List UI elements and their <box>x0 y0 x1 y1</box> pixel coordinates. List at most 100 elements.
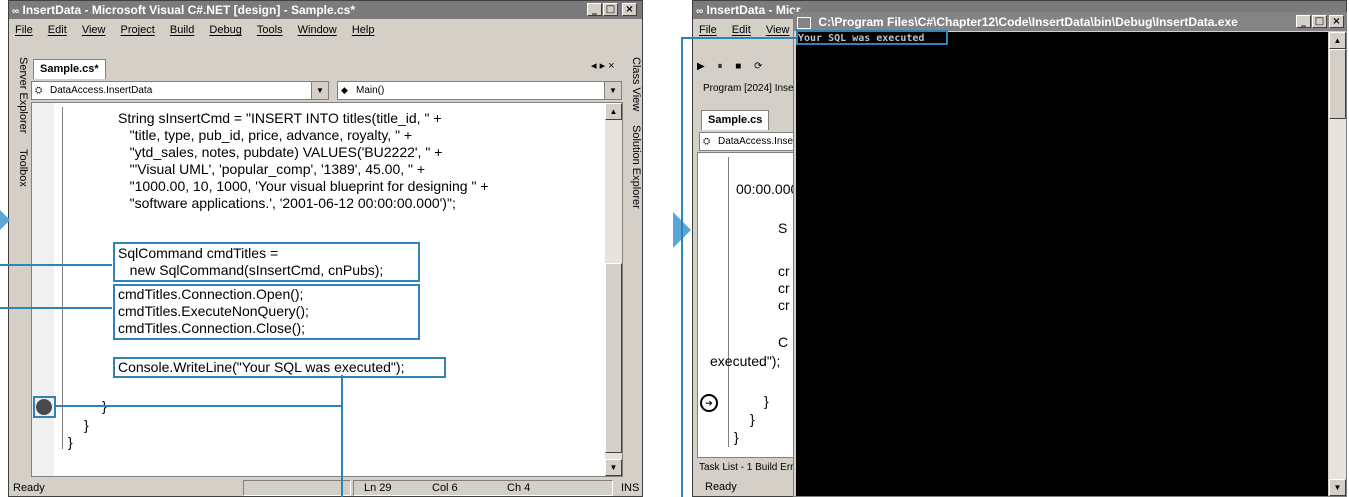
chevron-down-icon: ▼ <box>311 82 328 99</box>
code-line: cr <box>778 297 790 313</box>
window-title: InsertData - Micr <box>706 3 801 17</box>
method-icon: ◆ <box>341 85 348 95</box>
code-line: "software applications.', '2001-06-12 00… <box>118 195 456 211</box>
status-line: Ln 29 <box>364 482 392 494</box>
code-line: } <box>750 411 755 427</box>
maximize-button[interactable]: □ <box>603 3 618 16</box>
callout-leader <box>681 37 683 497</box>
title-bar: ∞ InsertData - Microsoft Visual C#.NET [… <box>9 1 642 19</box>
menu-file[interactable]: File <box>15 24 33 36</box>
highlight-console-output <box>796 30 948 45</box>
close-button[interactable]: × <box>1329 15 1344 28</box>
scroll-thumb[interactable] <box>1329 49 1346 119</box>
highlight-writeline <box>113 357 446 378</box>
console-title-bar: C:\Program Files\C#\Chapter12\Code\Inser… <box>794 13 1346 31</box>
code-line: S <box>778 220 788 236</box>
code-editor[interactable]: String sInsertCmd = "INSERT INTO titles(… <box>31 102 623 477</box>
code-line: cr <box>778 263 790 279</box>
outline-line <box>62 107 63 449</box>
class-icon: ⛭ <box>35 85 43 95</box>
status-ready: Ready <box>705 481 737 493</box>
side-tab-class-view[interactable]: Class View <box>624 57 642 117</box>
scroll-thumb[interactable] <box>605 263 622 453</box>
code-line: } <box>68 434 73 450</box>
current-statement-icon: ➔ <box>700 394 718 412</box>
code-line: } <box>84 417 89 433</box>
code-line: "'Visual UML', 'popular_comp', '1389', 4… <box>118 161 426 177</box>
console-title: C:\Program Files\C#\Chapter12\Code\Inser… <box>818 15 1238 29</box>
continue-icon[interactable]: ▶ <box>697 61 705 72</box>
status-ins: INS <box>621 482 640 494</box>
callout-leader <box>341 375 343 497</box>
scroll-down-button[interactable]: ▼ <box>605 459 622 476</box>
code-line: String sInsertCmd = "INSERT INTO titles(… <box>118 110 442 126</box>
scroll-up-button[interactable]: ▲ <box>1329 32 1346 49</box>
code-line: executed"); <box>710 353 781 369</box>
callout-leader <box>0 264 112 266</box>
tab-nav-controls[interactable]: ◂ ▸ × <box>591 59 615 72</box>
menu-file[interactable]: File <box>699 24 717 36</box>
code-line: "title, type, pub_id, price, advance, ro… <box>118 127 413 143</box>
side-tab-server-explorer[interactable]: Server Explorer <box>11 57 29 141</box>
side-tab-toolbox[interactable]: Toolbox <box>11 149 29 199</box>
restart-icon[interactable]: ⟳ <box>754 61 762 72</box>
class-dropdown[interactable]: ⛭ DataAccess.InsertData ▼ <box>31 81 329 100</box>
class-icon: ⛭ <box>703 136 711 146</box>
menu-view[interactable]: View <box>82 24 106 36</box>
side-tab-solution-explorer[interactable]: Solution Explorer <box>624 125 642 225</box>
menu-window[interactable]: Window <box>298 24 337 36</box>
chevron-down-icon: ▼ <box>604 82 621 99</box>
highlight-execute <box>113 284 420 340</box>
scroll-down-button[interactable]: ▼ <box>1329 479 1346 496</box>
pause-icon[interactable]: ⏸ <box>717 61 722 72</box>
menu-help[interactable]: Help <box>352 24 375 36</box>
status-ch: Ch 4 <box>507 482 531 494</box>
callout-leader <box>681 37 797 39</box>
console-scrollbar[interactable]: ▲ ▼ <box>1329 32 1346 496</box>
menu-edit[interactable]: Edit <box>732 24 751 36</box>
menu-view[interactable]: View <box>766 24 790 36</box>
code-line: } <box>764 393 769 409</box>
ide-window-design: ∞ InsertData - Microsoft Visual C#.NET [… <box>8 0 643 497</box>
minimize-button[interactable]: _ <box>1296 15 1311 28</box>
close-button[interactable]: × <box>622 3 637 16</box>
code-line: "ytd_sales, notes, pubdate) VALUES('BU22… <box>118 144 443 160</box>
callout-leader <box>0 307 112 309</box>
status-col: Col 6 <box>432 482 458 494</box>
code-line: C <box>778 334 789 350</box>
highlight-sqlcommand <box>113 242 420 282</box>
app-icon: ∞ <box>696 6 704 17</box>
editor-scrollbar[interactable]: ▲ ▼ <box>605 103 622 476</box>
console-window: C:\Program Files\C#\Chapter12\Code\Inser… <box>793 12 1347 497</box>
outline-line <box>728 157 729 447</box>
console-icon <box>797 16 811 29</box>
callout-leader <box>106 405 342 407</box>
doc-tab-sample[interactable]: Sample.cs <box>701 110 770 130</box>
window-title: InsertData - Microsoft Visual C#.NET [de… <box>22 3 356 17</box>
code-editor[interactable]: 00:00.000')"; S cr cr cr C executed"); ➔… <box>697 152 807 458</box>
doc-tab-sample[interactable]: Sample.cs* <box>33 59 106 79</box>
callout-leader <box>54 405 106 407</box>
highlight-breakpoint <box>33 396 56 418</box>
app-icon: ∞ <box>12 6 20 17</box>
step-arrow-icon <box>0 202 10 238</box>
breakpoint-margin[interactable] <box>32 103 54 476</box>
menu-project[interactable]: Project <box>121 24 155 36</box>
debug-toolbar: ▶ ⏸ ■ ⟳ <box>697 61 762 72</box>
stop-icon[interactable]: ■ <box>735 61 741 72</box>
console-output-area[interactable]: Your SQL was executed <box>796 32 1328 496</box>
status-bar: Ready Ln 29 Col 6 Ch 4 INS <box>9 479 642 496</box>
menu-tools[interactable]: Tools <box>257 24 283 36</box>
menu-build[interactable]: Build <box>170 24 194 36</box>
menu-bar: File Edit View Project Build Debug Tools… <box>9 21 380 39</box>
task-list-label[interactable]: Task List - 1 Build Error <box>699 462 799 473</box>
code-line: } <box>734 429 739 445</box>
code-line: cr <box>778 280 790 296</box>
method-dropdown[interactable]: ◆ Main() ▼ <box>337 81 622 100</box>
minimize-button[interactable]: _ <box>587 3 602 16</box>
scroll-up-button[interactable]: ▲ <box>605 103 622 120</box>
menu-debug[interactable]: Debug <box>209 24 241 36</box>
status-ready: Ready <box>13 482 45 494</box>
maximize-button[interactable]: □ <box>1312 15 1327 28</box>
menu-edit[interactable]: Edit <box>48 24 67 36</box>
